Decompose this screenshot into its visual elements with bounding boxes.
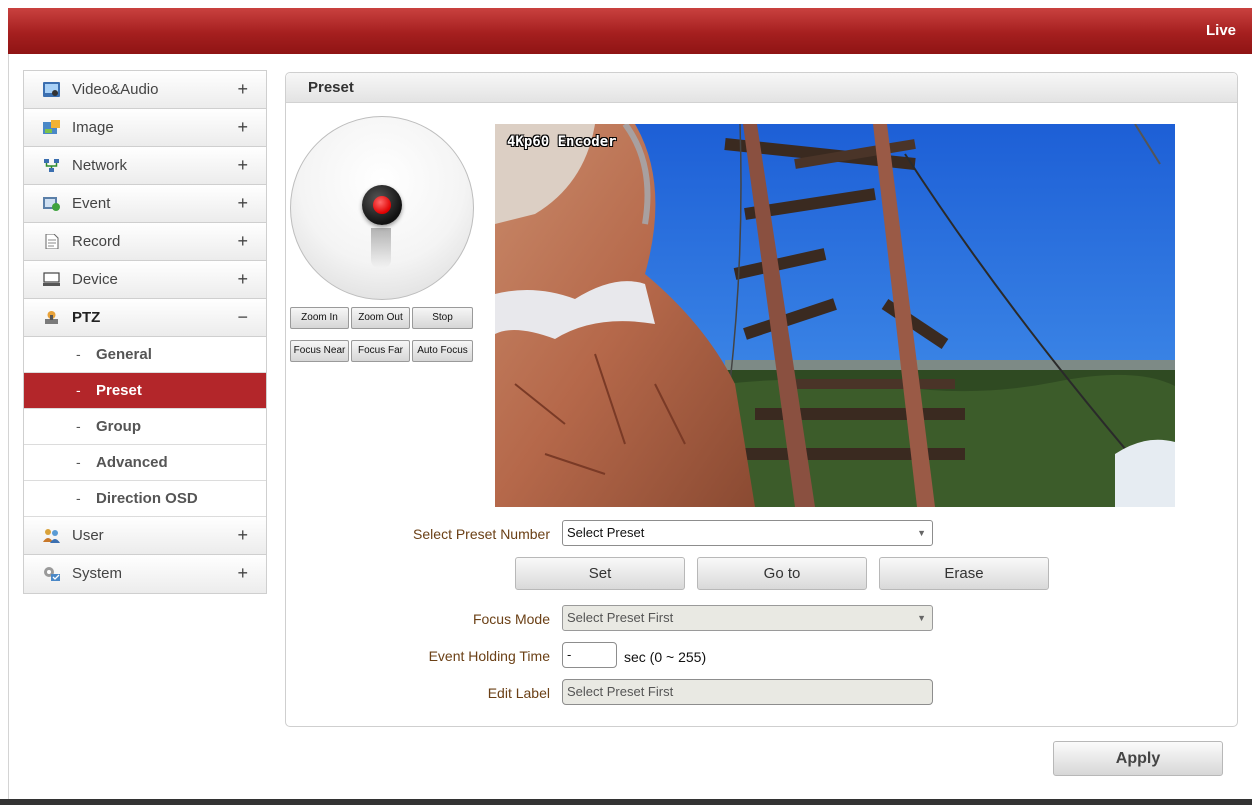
sidebar-item-label: Device xyxy=(72,271,118,288)
expand-icon[interactable]: + xyxy=(237,231,248,252)
erase-button[interactable]: Erase xyxy=(879,557,1049,590)
sidebar-item-event[interactable]: Event + xyxy=(24,185,266,223)
video-frame-image xyxy=(495,124,1175,507)
sidebar-subitem-label: Advanced xyxy=(96,454,168,471)
joystick-stem xyxy=(371,228,391,268)
sidebar-subitem-advanced[interactable]: - Advanced xyxy=(24,445,266,481)
record-icon xyxy=(45,234,59,249)
sidebar-item-label: Record xyxy=(72,233,121,250)
joystick-center-dot xyxy=(373,196,391,214)
event-icon xyxy=(43,197,60,211)
sidebar-item-video-audio[interactable]: Video&Audio + xyxy=(24,71,266,109)
video-osd-label: 4Kp60 Encoder xyxy=(507,134,617,150)
sidebar-item-network[interactable]: Network + xyxy=(24,147,266,185)
event-holding-time-value: - xyxy=(567,647,572,662)
page-title: Preset xyxy=(308,79,354,96)
sidebar-item-ptz[interactable]: PTZ − xyxy=(24,299,266,337)
sidebar-subitem-preset[interactable]: - Preset xyxy=(24,373,266,409)
focus-mode-select[interactable]: Select Preset First ▼ xyxy=(562,605,933,631)
focus-near-button[interactable]: Focus Near xyxy=(290,340,349,362)
sidebar-item-image[interactable]: Image + xyxy=(24,109,266,147)
event-holding-time-unit: sec (0 ~ 255) xyxy=(624,649,707,665)
select-preset-number-label: Select Preset Number xyxy=(413,526,550,542)
event-holding-time-input[interactable]: - xyxy=(562,642,617,668)
collapse-icon[interactable]: − xyxy=(237,307,248,328)
sidebar-menu: Video&Audio + Image + Network + Event + xyxy=(23,70,267,594)
ptz-icon xyxy=(45,311,58,324)
focus-mode-label: Focus Mode xyxy=(472,611,550,627)
sidebar-item-label: System xyxy=(72,565,123,582)
sidebar-item-label: Video&Audio xyxy=(72,81,159,98)
sidebar-item-label: Image xyxy=(72,119,114,136)
expand-icon[interactable]: + xyxy=(237,563,248,584)
device-icon xyxy=(43,272,60,286)
expand-icon[interactable]: + xyxy=(237,525,248,546)
sidebar-item-label: Event xyxy=(72,195,111,212)
edit-label-input[interactable]: Select Preset First xyxy=(562,679,933,705)
dropdown-arrow-icon: ▼ xyxy=(917,613,926,623)
sidebar-subitem-general[interactable]: - General xyxy=(24,337,266,373)
preset-number-value: Select Preset xyxy=(567,525,645,540)
sidebar-item-record[interactable]: Record + xyxy=(24,223,266,261)
sidebar-subitem-direction-osd[interactable]: - Direction OSD xyxy=(24,481,266,517)
sidebar-item-label: User xyxy=(72,527,104,544)
sidebar-item-label: Network xyxy=(72,157,128,174)
video-audio-icon xyxy=(43,82,60,97)
sidebar-item-user[interactable]: User + xyxy=(24,517,266,555)
zoom-in-button[interactable]: Zoom In xyxy=(290,307,349,329)
bullet: - xyxy=(76,490,81,506)
bullet: - xyxy=(76,382,81,398)
bottom-bar xyxy=(0,799,1252,805)
network-icon xyxy=(44,159,59,172)
panel-header: Preset xyxy=(286,73,1237,103)
auto-focus-button[interactable]: Auto Focus xyxy=(412,340,473,362)
sidebar-item-label: PTZ xyxy=(72,309,101,326)
bullet: - xyxy=(76,418,81,434)
dropdown-arrow-icon: ▼ xyxy=(917,528,926,538)
preset-number-select[interactable]: Select Preset ▼ xyxy=(562,520,933,546)
expand-icon[interactable]: + xyxy=(237,193,248,214)
sidebar-subitem-label: General xyxy=(96,346,152,363)
left-border-line xyxy=(8,54,9,799)
expand-icon[interactable]: + xyxy=(237,269,248,290)
edit-label-label: Edit Label xyxy=(487,685,550,701)
sidebar-item-device[interactable]: Device + xyxy=(24,261,266,299)
sidebar-item-system[interactable]: System + xyxy=(24,555,266,593)
event-holding-time-label: Event Holding Time xyxy=(428,648,550,664)
goto-button[interactable]: Go to xyxy=(697,557,867,590)
apply-button[interactable]: Apply xyxy=(1053,741,1223,776)
sidebar-subitem-label: Preset xyxy=(96,382,142,399)
live-video-view[interactable] xyxy=(495,124,1175,507)
expand-icon[interactable]: + xyxy=(237,155,248,176)
bullet: - xyxy=(76,454,81,470)
focus-mode-value: Select Preset First xyxy=(567,610,674,625)
user-icon xyxy=(43,529,60,543)
set-button[interactable]: Set xyxy=(515,557,685,590)
image-icon xyxy=(43,120,60,134)
zoom-out-button[interactable]: Zoom Out xyxy=(351,307,410,329)
top-header-bar: Live xyxy=(8,8,1252,54)
expand-icon[interactable]: + xyxy=(237,79,248,100)
system-icon xyxy=(44,567,60,581)
expand-icon[interactable]: + xyxy=(237,117,248,138)
stop-button[interactable]: Stop xyxy=(412,307,473,329)
bullet: - xyxy=(76,346,81,362)
sidebar-subitem-group[interactable]: - Group xyxy=(24,409,266,445)
edit-label-value: Select Preset First xyxy=(567,684,674,699)
focus-far-button[interactable]: Focus Far xyxy=(351,340,410,362)
page: Live Video&Audio + Image + Network + Eve… xyxy=(0,0,1252,805)
live-link[interactable]: Live xyxy=(1206,22,1236,39)
sidebar-subitem-label: Direction OSD xyxy=(96,490,198,507)
sidebar-subitem-label: Group xyxy=(96,418,141,435)
